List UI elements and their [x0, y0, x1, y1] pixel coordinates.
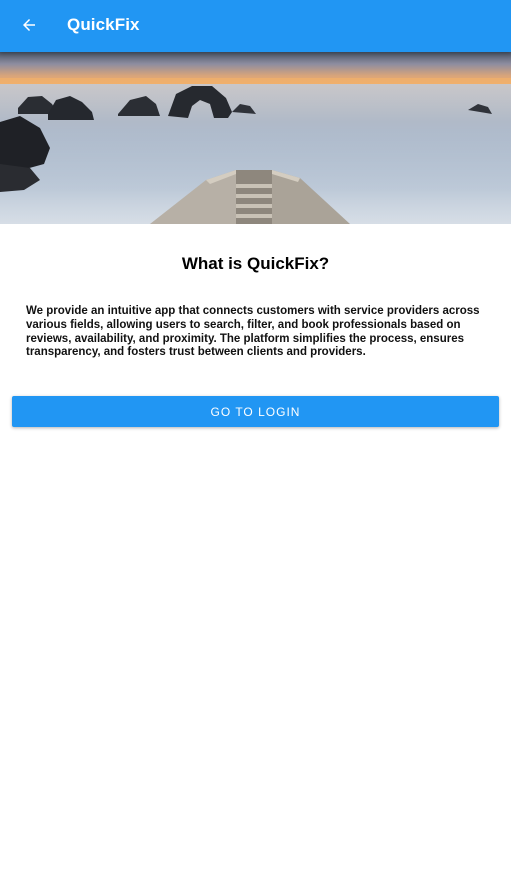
- back-button[interactable]: [12, 8, 46, 42]
- go-to-login-button[interactable]: GO TO LOGIN: [12, 396, 499, 427]
- page-heading: What is QuickFix?: [181, 254, 330, 273]
- arrow-left-icon: [20, 16, 38, 34]
- app-screen: QuickFix What is QuickFix? We provide an…: [0, 0, 511, 891]
- description-text: We provide an intuitive app that connect…: [26, 305, 480, 359]
- app-bar: QuickFix: [0, 0, 511, 52]
- app-title: QuickFix: [67, 15, 140, 34]
- hero-image: [0, 52, 511, 224]
